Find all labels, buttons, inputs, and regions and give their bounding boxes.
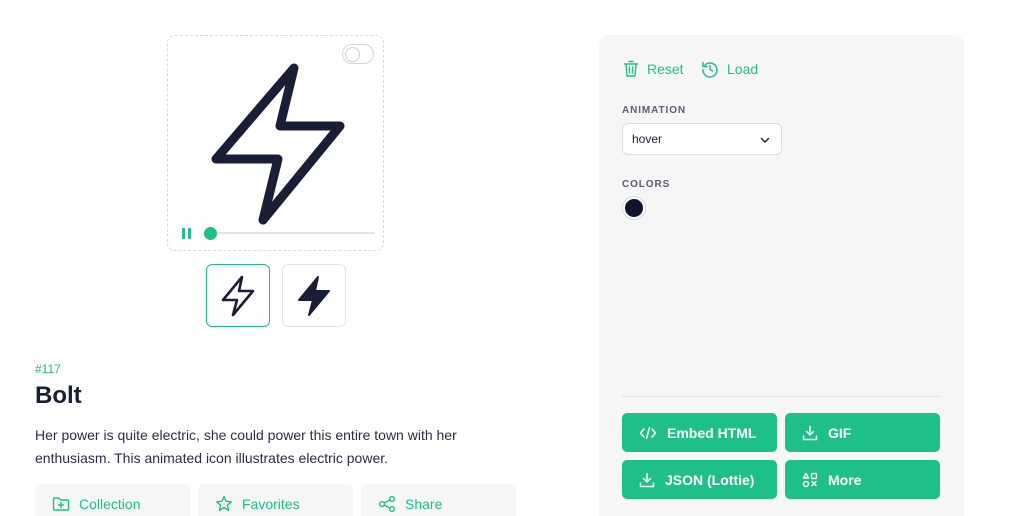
chevron-down-icon [760,137,770,143]
download-icon [802,425,818,440]
share-icon [378,495,396,513]
embed-html-label: Embed HTML [667,424,757,441]
code-icon [639,426,657,439]
collection-button[interactable]: Collection [35,484,190,516]
bolt-outline-icon [221,275,255,316]
share-label: Share [405,496,443,512]
history-icon [702,61,718,78]
progress-thumb[interactable] [204,227,217,240]
gif-download-button[interactable]: GIF [785,413,940,452]
variant-outline[interactable] [206,264,270,327]
load-button[interactable]: Load [701,60,758,78]
icon-number: #117 [35,362,61,376]
embed-html-button[interactable]: Embed HTML [622,413,777,452]
icon-description: Her power is quite electric, she could p… [35,427,457,466]
json-lottie-label: JSON (Lottie) [665,471,755,488]
animation-select[interactable]: hover [622,123,782,155]
pause-icon[interactable] [182,228,191,239]
gif-label: GIF [828,424,852,441]
trash-icon [623,60,639,77]
shapes-icon [802,472,818,487]
favorites-button[interactable]: Favorites [198,484,353,516]
playback-bar [182,226,375,240]
more-button[interactable]: More [785,460,940,499]
animation-label: ANIMATION [622,105,687,116]
json-lottie-button[interactable]: JSON (Lottie) [622,460,777,499]
animation-value: hover [632,132,663,146]
background-toggle[interactable] [342,44,374,64]
colors-label: COLORS [622,179,671,190]
collection-label: Collection [79,496,141,512]
color-swatch[interactable] [623,197,645,219]
customize-panel: Reset Load ANIMATION hover COLORS Embed … [599,35,964,516]
folder-plus-icon [52,497,70,511]
divider [622,396,940,397]
bolt-filled-icon [298,275,330,316]
icon-preview [167,35,384,251]
load-label: Load [727,61,759,77]
more-label: More [828,471,862,488]
bolt-icon [211,63,345,225]
reset-button[interactable]: Reset [623,60,684,78]
favorites-label: Favorites [242,496,300,512]
star-icon [216,495,232,511]
progress-track[interactable] [206,232,375,234]
reset-label: Reset [647,61,684,77]
share-button[interactable]: Share [361,484,516,516]
download-icon [639,472,655,487]
icon-title: Bolt [35,382,82,409]
variant-filled[interactable] [282,264,346,327]
